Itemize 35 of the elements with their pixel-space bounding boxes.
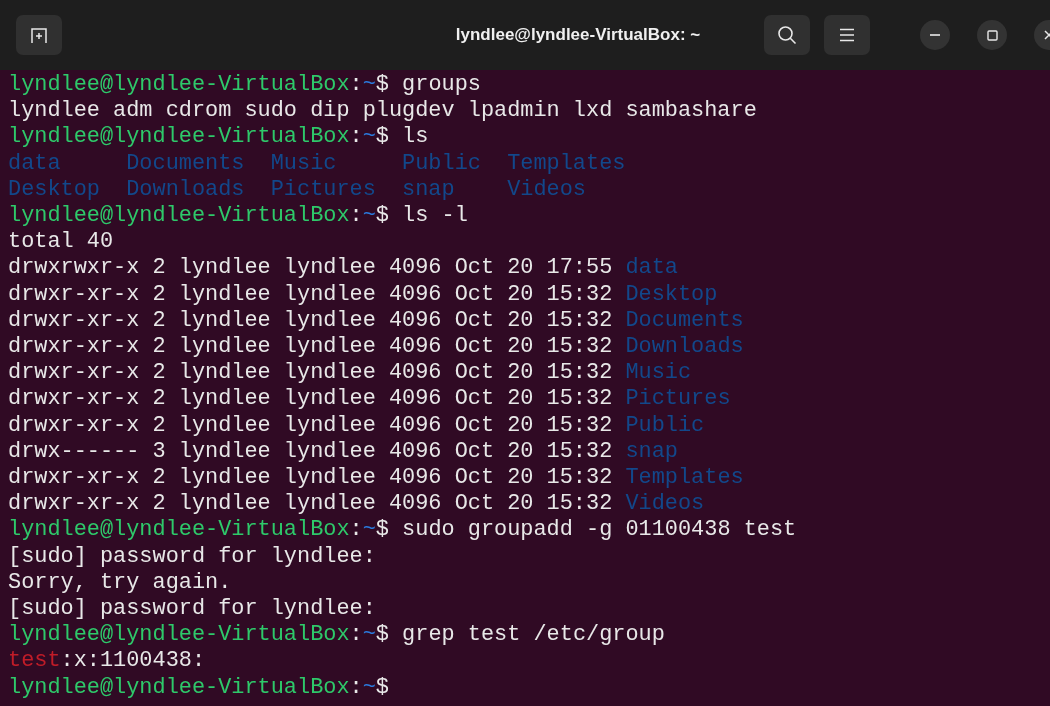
search-button[interactable]	[764, 15, 810, 55]
maximize-icon	[986, 29, 998, 41]
terminal-line: drwxrwxr-x 2 lyndlee lyndlee 4096 Oct 20 17:55 data	[8, 255, 679, 282]
terminal-line: lyndlee@lyndlee-VirtualBox:~$ sudo groupadd -g 01100438 test	[8, 517, 798, 544]
terminal-line: drwxr-xr-x 2 lyndlee lyndlee 4096 Oct 20 15:32 Videos	[8, 491, 706, 518]
window-title: lyndlee@lyndlee-VirtualBox: ~	[455, 24, 701, 47]
terminal-line: lyndlee@lyndlee-VirtualBox:~$ groups	[8, 72, 482, 99]
terminal-line: Sorry, try again.	[8, 569, 233, 597]
terminal-line: drwxr-xr-x 2 lyndlee lyndlee 4096 Oct 20 15:32 Documents	[8, 307, 745, 335]
terminal-line: lyndlee@lyndlee-VirtualBox:~$	[8, 674, 390, 701]
terminal-line: drwxr-xr-x 2 lyndlee lyndlee 4096 Oct 20 15:32 Downloads	[8, 334, 745, 361]
terminal-line: lyndlee@lyndlee-VirtualBox:~$ ls -l	[8, 203, 469, 230]
terminal-line: [sudo] password for lyndlee:	[8, 596, 377, 623]
terminal-line: data Documents Music Public Templates	[8, 150, 627, 177]
terminal-line: lyndlee adm cdrom sudo dip plugdev lpadmin lxd sambashare	[8, 98, 758, 125]
menu-icon	[839, 28, 855, 42]
minimize-button[interactable]	[920, 20, 950, 50]
menu-button[interactable]	[824, 15, 870, 55]
terminal-line: test:x:1100438:	[8, 648, 207, 675]
terminal-line: [sudo] password for lyndlee:	[8, 543, 377, 570]
terminal-line: total 40	[8, 229, 115, 256]
terminal-line: drwxr-xr-x 2 lyndlee lyndlee 4096 Oct 20 15:32 Templates	[8, 465, 745, 492]
terminal-line: lyndlee@lyndlee-VirtualBox:~$ grep test /etc/group	[8, 622, 666, 649]
terminal-line: drwxr-xr-x 2 lyndlee lyndlee 4096 Oct 20 15:32 Pictures	[8, 386, 732, 413]
search-icon	[777, 25, 797, 45]
minimize-icon	[930, 34, 940, 36]
new-tab-icon	[30, 26, 48, 44]
terminal-line: Desktop Downloads Pictures snap Videos	[8, 176, 587, 203]
terminal-line: drwxr-xr-x 2 lyndlee lyndlee 4096 Oct 20 15:32 Public	[8, 412, 706, 439]
maximize-button[interactable]	[977, 20, 1007, 50]
terminal-line: lyndlee@lyndlee-VirtualBox:~$ ls	[8, 124, 430, 151]
terminal-line: drwxr-xr-x 2 lyndlee lyndlee 4096 Oct 20 15:32 Music	[8, 360, 693, 387]
terminal-line: drwx------ 3 lyndlee lyndlee 4096 Oct 20 15:32 snap	[8, 438, 679, 466]
new-tab-button[interactable]	[16, 15, 62, 55]
terminal-line: drwxr-xr-x 2 lyndlee lyndlee 4096 Oct 20 15:32 Desktop	[8, 281, 719, 308]
